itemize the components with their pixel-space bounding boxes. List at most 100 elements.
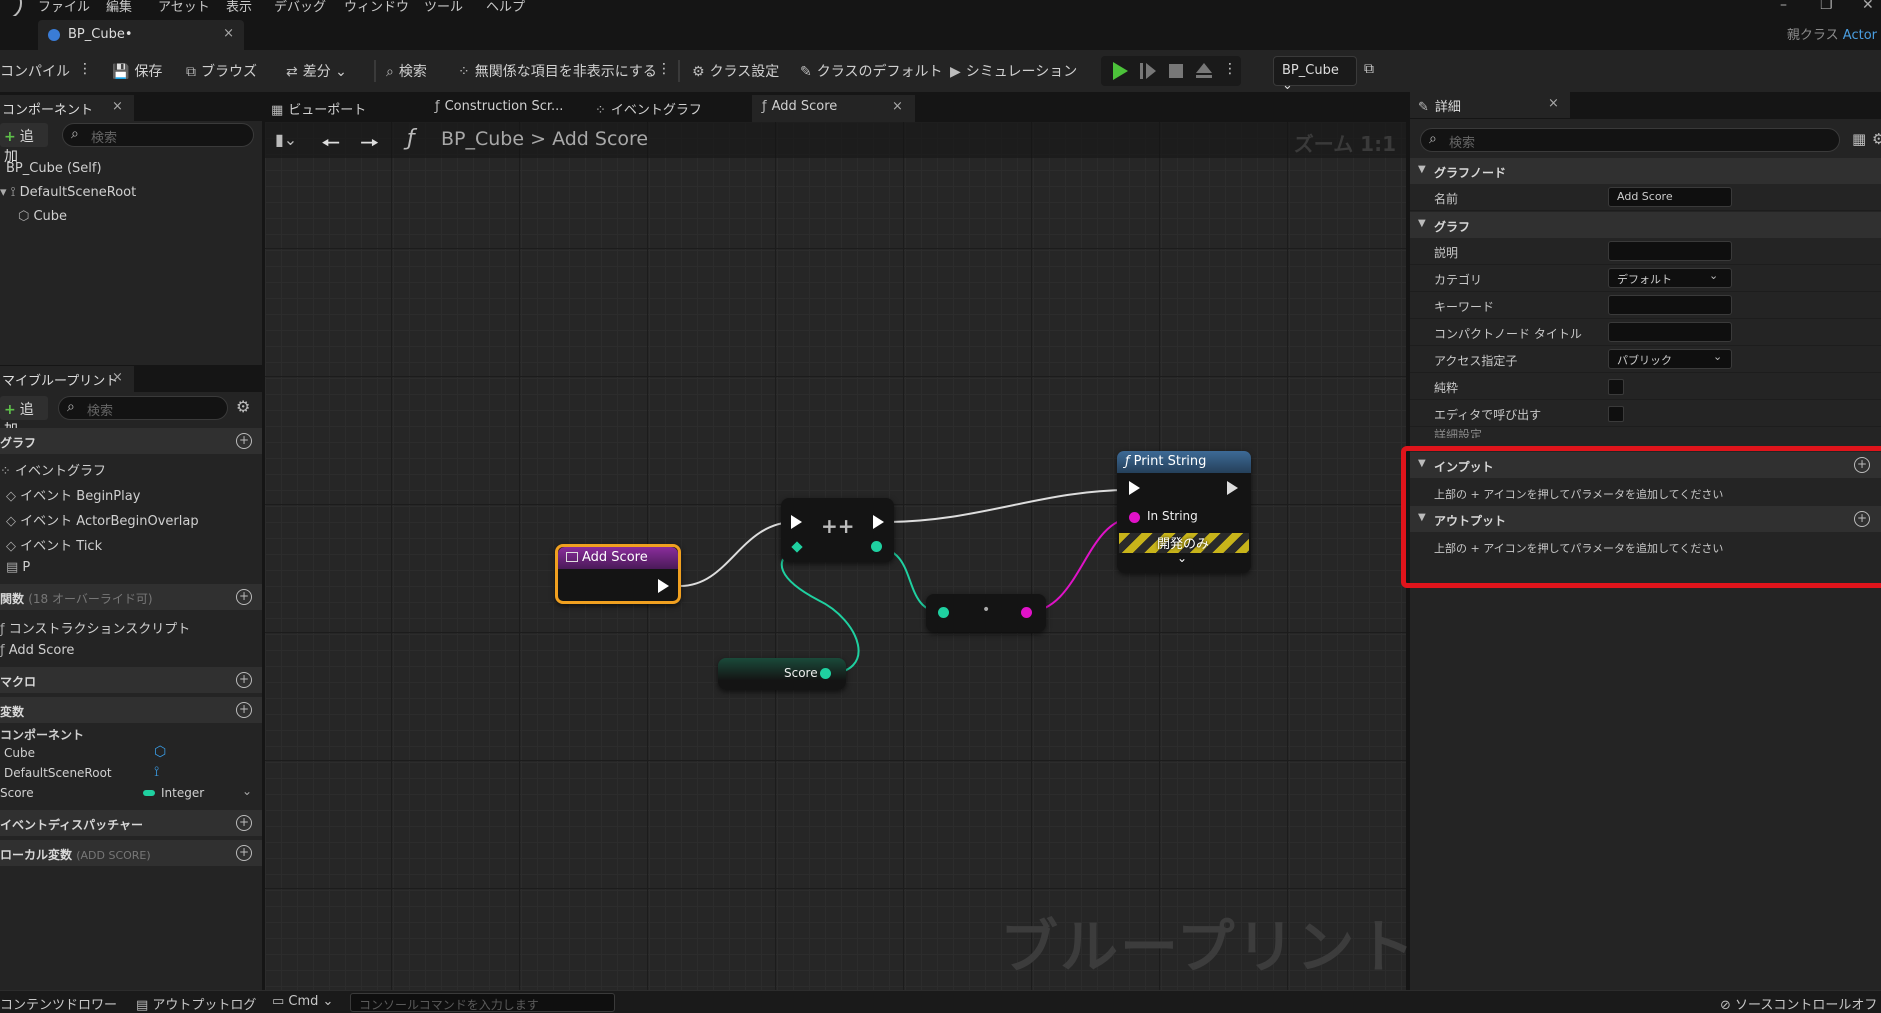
call-in-editor-checkbox[interactable] — [1608, 406, 1624, 422]
source-control-button[interactable]: ⊘ ソースコントロールオフ — [1720, 994, 1877, 1013]
variable-group-components[interactable]: コンポーネント — [0, 726, 84, 743]
forward-arrow-icon[interactable]: 🠖 — [360, 126, 379, 164]
add-macro-icon[interactable]: + — [236, 672, 252, 688]
graph-node-section[interactable]: ▼ グラフノード — [1410, 158, 1881, 184]
close-tab-icon[interactable]: × — [892, 99, 903, 114]
menu-window[interactable]: ウィンドウ — [344, 0, 409, 15]
grid-view-icon[interactable]: ▦ — [1852, 130, 1866, 148]
graph-item-actor-begin-overlap[interactable]: ◇ イベント ActorBeginOverlap — [6, 510, 199, 529]
my-blueprint-tab[interactable]: マイブループリント × — [0, 366, 134, 392]
compile-button[interactable]: コンパイル — [0, 61, 70, 81]
tab-viewport[interactable]: ▦ ビューポート — [271, 99, 366, 118]
close-tab-icon[interactable]: × — [112, 99, 123, 114]
functions-section[interactable]: 関数 (18 オーバーライド可) + — [0, 584, 262, 610]
graph-item-p[interactable]: ▤ P — [6, 560, 30, 575]
details-tab[interactable]: ✎ 詳細 × — [1410, 92, 1570, 118]
local-variables-section[interactable]: ローカル変数 (ADD SCORE) + — [0, 840, 262, 866]
menu-help[interactable]: ヘルプ — [486, 0, 525, 15]
integer-in-pin[interactable] — [938, 607, 949, 618]
tree-item-self[interactable]: BP_Cube (Self) — [6, 161, 102, 176]
increment-node[interactable]: ++ — [781, 498, 894, 562]
macros-section[interactable]: マクロ + — [0, 667, 262, 693]
debug-filter-icon[interactable]: ⧉ — [1364, 61, 1374, 77]
integer-out-pin[interactable] — [820, 668, 831, 679]
document-tab-bp-cube[interactable]: BP_Cube• × — [38, 20, 244, 50]
console-input[interactable]: コンソールコマンドを入力します — [350, 993, 615, 1012]
graphs-section[interactable]: グラフ + — [0, 428, 262, 454]
find-button[interactable]: ⌕ 検索 — [386, 61, 427, 81]
more-options-icon[interactable]: ⋮ — [657, 61, 671, 77]
category-combo[interactable]: デフォルト ⌄ — [1608, 268, 1732, 288]
bookmark-icon[interactable]: ▮⌄ — [275, 130, 297, 149]
class-defaults-button[interactable]: ✎ クラスのデフォルト — [800, 61, 942, 81]
debug-object-select[interactable]: BP_Cube ⌄ — [1273, 56, 1357, 93]
add-function-icon[interactable]: + — [236, 589, 252, 605]
access-select[interactable]: パブリック ⌄ — [1608, 349, 1732, 369]
variable-item-cube[interactable]: Cube — [4, 746, 35, 760]
back-arrow-icon[interactable]: 🠔 — [321, 126, 340, 164]
event-dispatchers-section[interactable]: イベントディスパッチャー + — [0, 810, 262, 836]
variable-item-default-scene-root[interactable]: DefaultSceneRoot — [4, 766, 112, 780]
chevron-down-icon[interactable]: ⌄ — [242, 784, 252, 798]
close-tab-icon[interactable]: × — [223, 26, 234, 41]
tab-event-graph[interactable]: ⁘ イベントグラフ — [595, 99, 702, 118]
simulation-button[interactable]: ▶ シミュレーション — [950, 61, 1077, 81]
menu-edit[interactable]: 編集 — [106, 0, 132, 15]
restore-icon[interactable]: ❐ — [1820, 0, 1833, 13]
browse-button[interactable]: ⧉ ブラウズ — [186, 61, 257, 81]
print-string-node[interactable]: ƒ Print String In String 開発のみ ⌄ — [1117, 451, 1251, 573]
variable-item-score[interactable]: Score — [0, 786, 34, 800]
play-options-icon[interactable]: ⋮ — [1223, 61, 1237, 77]
exec-out-pin[interactable] — [658, 579, 669, 593]
add-graph-icon[interactable]: + — [236, 433, 252, 449]
my-blueprint-search-input[interactable]: ⌕ 検索 — [58, 396, 228, 420]
add-variable-icon[interactable]: + — [236, 702, 252, 718]
tree-item-default-scene-root[interactable]: ▾ ⟟ DefaultSceneRoot — [0, 185, 136, 200]
function-item-construction-script[interactable]: ƒ コンストラクションスクリプト — [0, 618, 190, 637]
menu-debug[interactable]: デバッグ — [274, 0, 326, 15]
parent-class-value[interactable]: Actor — [1843, 28, 1877, 43]
function-item-add-score[interactable]: ƒ Add Score — [0, 643, 74, 658]
class-settings-button[interactable]: ⚙ クラス設定 — [692, 61, 779, 81]
menu-view[interactable]: 表示 — [226, 0, 252, 15]
exec-out-pin[interactable] — [1227, 481, 1238, 495]
tab-add-score[interactable]: ƒ Add Score × — [752, 95, 915, 122]
pure-checkbox[interactable] — [1608, 379, 1624, 395]
diff-button[interactable]: ⇄ 差分 ⌄ — [286, 61, 347, 81]
chevron-down-icon[interactable]: ⌄ — [1713, 350, 1722, 363]
save-button[interactable]: 💾 保存 — [112, 61, 162, 81]
frame-skip-icon[interactable] — [1137, 60, 1159, 82]
graph-item-begin-play[interactable]: ◇ イベント BeginPlay — [6, 485, 140, 504]
play-icon[interactable] — [1109, 60, 1131, 82]
expand-chevron-icon[interactable]: ⌄ — [1177, 551, 1187, 565]
description-input[interactable] — [1608, 241, 1732, 261]
chevron-down-icon[interactable]: ⌄ — [1709, 269, 1718, 282]
menu-tools[interactable]: ツール — [424, 0, 463, 15]
add-component-button[interactable]: + 追加 — [0, 123, 48, 165]
integer-out-pin[interactable] — [871, 541, 882, 552]
compact-title-input[interactable] — [1608, 322, 1732, 342]
gear-icon[interactable]: ⚙ — [1872, 130, 1881, 148]
graph-section[interactable]: ▼ グラフ — [1410, 212, 1881, 238]
tree-item-cube[interactable]: ⬡ Cube — [18, 209, 67, 224]
eject-icon[interactable] — [1193, 60, 1215, 82]
keywords-input[interactable] — [1608, 295, 1732, 315]
add-local-variable-icon[interactable]: + — [236, 845, 252, 861]
stop-icon[interactable] — [1165, 60, 1187, 82]
components-tab[interactable]: コンポーネント × — [0, 95, 134, 121]
gear-icon[interactable]: ⚙ — [236, 397, 250, 416]
score-getter-node[interactable]: Score — [718, 658, 846, 690]
add-dispatcher-icon[interactable]: + — [236, 815, 252, 831]
close-tab-icon[interactable]: × — [112, 370, 123, 385]
tab-construction-script[interactable]: ƒ Construction Scr... — [435, 99, 563, 114]
integer-in-pin[interactable] — [791, 541, 803, 553]
add-member-button[interactable]: +追加 — [0, 396, 48, 438]
close-tab-icon[interactable]: × — [1548, 96, 1559, 111]
string-out-pin[interactable] — [1021, 607, 1032, 618]
variables-section[interactable]: 変数 + — [0, 697, 262, 723]
cmd-select[interactable]: ▭ Cmd ⌄ — [272, 994, 333, 1009]
output-log-button[interactable]: ▤ アウトプットログ — [136, 994, 256, 1013]
content-drawer-button[interactable]: コンテンツドロワー — [0, 994, 117, 1013]
menu-file[interactable]: ファイル — [38, 0, 90, 15]
breadcrumb-root[interactable]: BP_Cube — [441, 128, 524, 150]
